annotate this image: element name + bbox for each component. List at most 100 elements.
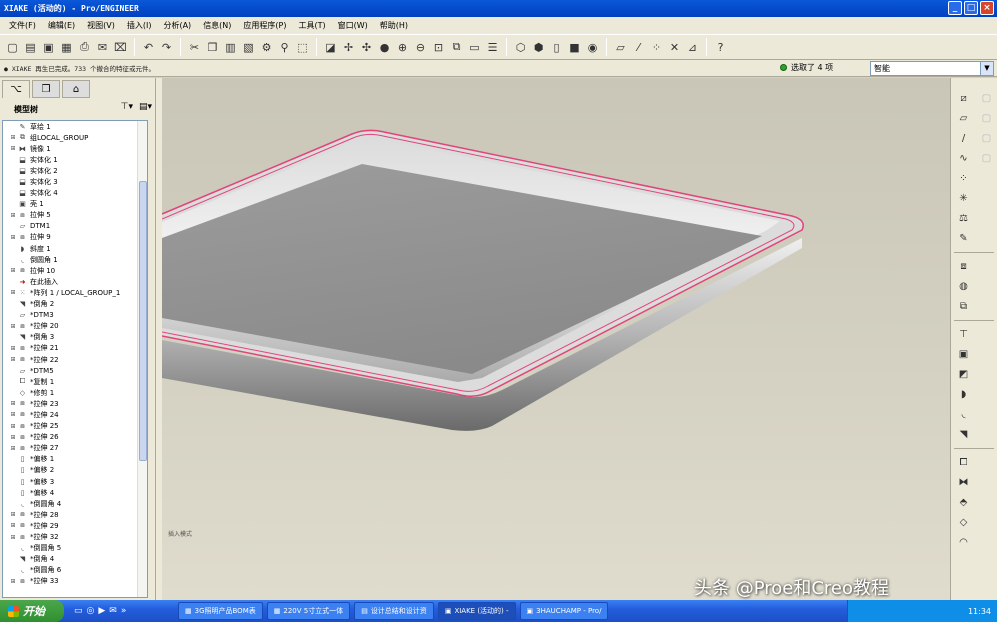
hidden-line-icon[interactable]: ⬢: [530, 39, 547, 56]
revolve-tool-icon[interactable]: ◍: [955, 278, 972, 295]
expand-toggle-icon[interactable]: ⊞: [9, 134, 17, 141]
trim-tool-icon[interactable]: ◇: [955, 514, 972, 531]
task-design[interactable]: ▦ 220V 5寸立式一体: [266, 602, 351, 620]
csys-icon[interactable]: ✕: [666, 39, 683, 56]
hole-tool-icon[interactable]: ⊤: [955, 326, 972, 343]
minimize-button[interactable]: _: [948, 1, 962, 15]
select-box-icon[interactable]: ⬚: [294, 39, 311, 56]
copy-icon[interactable]: ❐: [204, 39, 221, 56]
csys-tool-icon[interactable]: ✳: [955, 190, 972, 207]
tree-show-icon[interactable]: ▤▾: [139, 102, 152, 112]
menu-view[interactable]: 视图(V): [81, 20, 121, 31]
tree-item[interactable]: ✎ 草绘 1: [3, 121, 147, 132]
tree-settings-icon[interactable]: ⊤▾: [121, 102, 133, 112]
save-copy-icon[interactable]: ▦: [58, 39, 75, 56]
expand-toggle-icon[interactable]: ⊞: [9, 267, 17, 274]
refit-icon[interactable]: ⊡: [430, 39, 447, 56]
tree-item[interactable]: ⊞ ⧈ *拉伸 27: [3, 443, 147, 454]
tree-item[interactable]: ⊞ ⧈ *拉伸 28: [3, 509, 147, 520]
tree-item[interactable]: ⊞ ⧈ *拉伸 26: [3, 432, 147, 443]
panel-splitter[interactable]: [155, 78, 162, 600]
tree-item[interactable]: ⬓ 实体化 3: [3, 176, 147, 187]
expand-toggle-icon[interactable]: ⊞: [9, 345, 17, 352]
tree-item[interactable]: ◥ *倒角 2: [3, 299, 147, 310]
annotations-icon[interactable]: ⊿: [684, 39, 701, 56]
tab-folder-browser[interactable]: ❒: [32, 80, 60, 98]
desktop-icon[interactable]: ▭: [74, 606, 83, 616]
tree-item[interactable]: ◥ *倒角 3: [3, 332, 147, 343]
expand-toggle-icon[interactable]: ⊞: [9, 423, 17, 430]
tree-item[interactable]: ⊞ ⧈ *拉伸 22: [3, 354, 147, 365]
tree-item[interactable]: ◇ *修剪 1: [3, 387, 147, 398]
expand-toggle-icon[interactable]: ⊞: [9, 400, 17, 407]
tree-item[interactable]: ⊞ ⧈ *拉伸 29: [3, 520, 147, 531]
tree-item[interactable]: ⧠ *复制 1: [3, 376, 147, 387]
tree-item[interactable]: ▯ *偏移 1: [3, 454, 147, 465]
tree-scroll-thumb[interactable]: [139, 181, 147, 461]
expand-toggle-icon[interactable]: ⊞: [9, 411, 17, 418]
tree-item[interactable]: ➜ 在此插入: [3, 276, 147, 287]
tree-item[interactable]: ▯ *偏移 4: [3, 487, 147, 498]
context-help-icon[interactable]: ?: [712, 39, 729, 56]
menu-help[interactable]: 帮助(H): [374, 20, 414, 31]
expand-toggle-icon[interactable]: ⊞: [9, 578, 17, 585]
zoom-out-icon[interactable]: ⊖: [412, 39, 429, 56]
expand-toggle-icon[interactable]: ⊞: [9, 289, 17, 296]
datum-point-tool-icon[interactable]: ⁘: [955, 170, 972, 187]
chamfer-tool-icon[interactable]: ◥: [955, 426, 972, 443]
expand-toggle-icon[interactable]: ⊞: [9, 445, 17, 452]
round-tool-icon[interactable]: ◟: [955, 406, 972, 423]
browser-icon[interactable]: ◎: [87, 606, 95, 616]
tree-item[interactable]: ⊞ ⧈ 拉伸 5: [3, 210, 147, 221]
datum-planes-icon[interactable]: ▱: [612, 39, 629, 56]
datum-curve-tool-icon[interactable]: ∿: [955, 150, 972, 167]
expand-toggle-icon[interactable]: ⊞: [9, 145, 17, 152]
copy-tool-icon[interactable]: ⧠: [955, 454, 972, 471]
find-icon[interactable]: ⚲: [276, 39, 293, 56]
orient-icon[interactable]: ✣: [358, 39, 375, 56]
expand-icon[interactable]: »: [121, 606, 127, 616]
enhanced-realism-icon[interactable]: ◉: [584, 39, 601, 56]
tree-scrollbar[interactable]: [137, 121, 147, 597]
tree-item[interactable]: ◥ *倒角 4: [3, 554, 147, 565]
tree-item[interactable]: ▱ *DTM5: [3, 365, 147, 376]
merge-tool-icon[interactable]: ⬘: [955, 494, 972, 511]
tree-item[interactable]: ⊞ ⧈ 拉伸 9: [3, 232, 147, 243]
expand-toggle-icon[interactable]: ⊞: [9, 522, 17, 529]
tree-item[interactable]: ⊞ ⧈ *拉伸 24: [3, 409, 147, 420]
tree-item[interactable]: ◟ *倒圆角 4: [3, 498, 147, 509]
tree-item[interactable]: ⊞ ⧈ *拉伸 33: [3, 576, 147, 587]
tree-item[interactable]: ⊞ ⧈ *拉伸 21: [3, 343, 147, 354]
tree-item[interactable]: ▯ *偏移 3: [3, 476, 147, 487]
tree-item[interactable]: ▱ DTM1: [3, 221, 147, 232]
menu-file[interactable]: 文件(F): [3, 20, 42, 31]
menu-window[interactable]: 窗口(W): [332, 20, 374, 31]
task-proe-2[interactable]: ▣ 3HAUCHAMP - Pro/: [519, 602, 609, 620]
spin-center-icon[interactable]: ✢: [340, 39, 357, 56]
expand-toggle-icon[interactable]: ⊞: [9, 356, 17, 363]
zoom-in-icon[interactable]: ⊕: [394, 39, 411, 56]
tree-item[interactable]: ◗ 斜度 1: [3, 243, 147, 254]
mirror-tool-icon[interactable]: ⧓: [955, 474, 972, 491]
attach-icon[interactable]: ⌧: [112, 39, 129, 56]
print-icon[interactable]: ⎙: [76, 39, 93, 56]
layers-icon[interactable]: ☰: [484, 39, 501, 56]
undo-icon[interactable]: ↶: [140, 39, 157, 56]
tree-item[interactable]: ⊞ ⁙ *阵列 1 / LOCAL_GROUP_1: [3, 287, 147, 298]
expand-toggle-icon[interactable]: ⊞: [9, 323, 17, 330]
menu-info[interactable]: 信息(N): [197, 20, 237, 31]
menu-insert[interactable]: 插入(I): [121, 20, 158, 31]
expand-toggle-icon[interactable]: ⊞: [9, 212, 17, 219]
datum-plane-tool-icon[interactable]: ⧄: [955, 90, 972, 107]
chevron-down-icon[interactable]: ▼: [980, 62, 993, 75]
open-folder-icon[interactable]: ▤: [22, 39, 39, 56]
expand-toggle-icon[interactable]: ⊞: [9, 534, 17, 541]
task-proe-active[interactable]: ▣ XIAKE (活动的) -: [437, 602, 516, 620]
extrude-tool-icon[interactable]: ⧈: [955, 258, 972, 275]
expand-toggle-icon[interactable]: ⊞: [9, 234, 17, 241]
maximize-button[interactable]: □: [964, 1, 978, 15]
media-icon[interactable]: ▶: [98, 606, 105, 616]
shading-sphere-icon[interactable]: ●: [376, 39, 393, 56]
menu-tools[interactable]: 工具(T): [293, 20, 332, 31]
saved-views-icon[interactable]: ▭: [466, 39, 483, 56]
